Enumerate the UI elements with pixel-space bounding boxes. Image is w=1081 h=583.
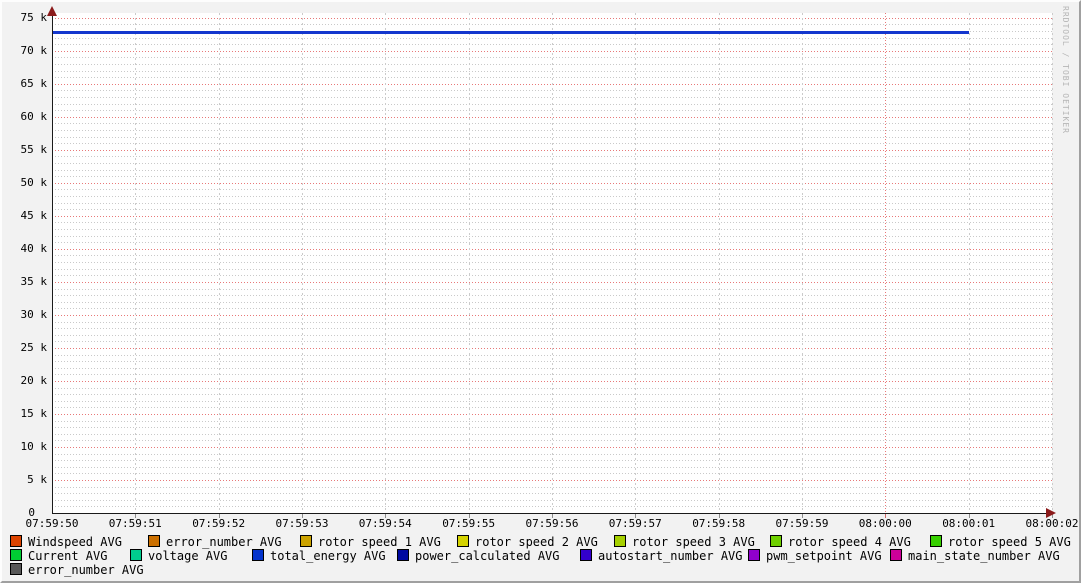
legend-label: rotor speed 2 AVG xyxy=(475,535,598,549)
y-tick-label: 55 k xyxy=(20,142,48,156)
y-axis-arrow-icon xyxy=(47,6,57,16)
legend-color-swatch xyxy=(748,549,760,561)
legend-color-swatch xyxy=(300,535,312,547)
legend-item: main_state_number AVG xyxy=(890,549,1060,563)
legend-label: Current AVG xyxy=(28,549,108,563)
legend-color-swatch xyxy=(10,563,22,575)
x-tick-label: 07:59:56 xyxy=(525,517,579,530)
legend-item: rotor speed 2 AVG xyxy=(457,535,598,549)
y-tick-label: 30 k xyxy=(20,307,48,321)
y-tick-label: 75 k xyxy=(20,10,48,24)
legend-item: Windspeed AVG xyxy=(10,535,122,549)
legend-color-swatch xyxy=(890,549,902,561)
x-tick-label: 07:59:54 xyxy=(358,517,412,530)
gridline-vertical-minor xyxy=(802,13,803,513)
legend-label: error_number AVG xyxy=(166,535,282,549)
x-axis-arrow-icon xyxy=(1046,508,1056,518)
legend-label: voltage AVG xyxy=(148,549,228,563)
series-line-total_energy-AVG xyxy=(52,31,969,35)
legend-item: error_number AVG xyxy=(10,563,144,577)
legend-color-swatch xyxy=(148,535,160,547)
legend-item: Current AVG xyxy=(10,549,107,563)
legend-color-swatch xyxy=(930,535,942,547)
legend-item: autostart_number AVG xyxy=(580,549,743,563)
legend-item: power_calculated AVG xyxy=(397,549,560,563)
legend-color-swatch xyxy=(252,549,264,561)
x-tick-label: 07:59:58 xyxy=(692,517,746,530)
x-tick-label: 07:59:53 xyxy=(275,517,329,530)
legend-item: rotor speed 4 AVG xyxy=(770,535,911,549)
legend-item: rotor speed 1 AVG xyxy=(300,535,441,549)
gridline-vertical-major xyxy=(885,13,887,513)
gridline-vertical-minor xyxy=(302,13,303,513)
legend-label: main_state_number AVG xyxy=(908,549,1060,563)
legend-color-swatch xyxy=(770,535,782,547)
legend-color-swatch xyxy=(397,549,409,561)
y-tick-label: 20 k xyxy=(20,373,48,387)
legend-label: rotor speed 1 AVG xyxy=(318,535,441,549)
gridline-vertical-minor xyxy=(718,13,720,513)
gridline-vertical-minor xyxy=(635,13,637,513)
x-tick-label: 07:59:52 xyxy=(192,517,246,530)
x-tick-label: 08:00:00 xyxy=(858,517,912,530)
x-tick-label: 08:00:01 xyxy=(942,517,996,530)
x-axis-line xyxy=(52,513,1048,514)
y-tick-label: 40 k xyxy=(20,241,48,255)
legend-label: pwm_setpoint AVG xyxy=(766,549,882,563)
legend-label: error_number AVG xyxy=(28,563,144,577)
y-axis-line xyxy=(52,14,53,514)
legend-label: power_calculated AVG xyxy=(415,549,560,563)
legend-item: total_energy AVG xyxy=(252,549,386,563)
legend-color-swatch xyxy=(457,535,469,547)
gridline-vertical-minor xyxy=(135,13,137,513)
legend-item: voltage AVG xyxy=(130,549,227,563)
legend-color-swatch xyxy=(580,549,592,561)
x-tick-label: 07:59:50 xyxy=(25,517,79,530)
rrdtool-graph: 05 k 10 k 15 k 20 k 25 k 30 k 35 k 40 k 45 k 50 k… xyxy=(0,0,1081,583)
legend-label: rotor speed 3 AVG xyxy=(632,535,755,549)
legend-label: total_energy AVG xyxy=(270,549,386,563)
y-tick-label: 60 k xyxy=(20,109,48,123)
rrdtool-watermark: RRDTOOL / TOBI OETIKER xyxy=(1061,6,1070,134)
legend-color-swatch xyxy=(10,535,22,547)
gridline-vertical-minor xyxy=(218,13,220,513)
y-tick-label: 50 k xyxy=(20,175,48,189)
legend-item: pwm_setpoint AVG xyxy=(748,549,882,563)
legend-item: rotor speed 3 AVG xyxy=(614,535,755,549)
y-tick-label: 45 k xyxy=(20,208,48,222)
y-tick-label: 5 k xyxy=(27,473,47,486)
gridline-vertical-minor xyxy=(552,13,553,513)
legend-color-swatch xyxy=(130,549,142,561)
x-tick-label: 08:00:02 xyxy=(1025,517,1079,530)
legend-color-swatch xyxy=(614,535,626,547)
legend-label: rotor speed 4 AVG xyxy=(788,535,911,549)
x-tick-label: 07:59:57 xyxy=(608,517,662,530)
y-tick-label: 35 k xyxy=(20,274,48,288)
legend-color-swatch xyxy=(10,549,22,561)
legend-label: autostart_number AVG xyxy=(598,549,743,563)
gridline-vertical-minor xyxy=(968,13,970,513)
y-tick-label: 65 k xyxy=(20,76,48,90)
y-tick-label: 70 k xyxy=(20,43,48,57)
x-tick-label: 07:59:51 xyxy=(108,517,162,530)
x-tick-label: 07:59:55 xyxy=(442,517,496,530)
legend-item: rotor speed 5 AVG xyxy=(930,535,1071,549)
y-tick-label: 15 k xyxy=(20,406,48,420)
gridline-vertical-minor xyxy=(1052,13,1053,513)
legend-item: error_number AVG xyxy=(148,535,282,549)
gridline-vertical-minor xyxy=(468,13,470,513)
gridline-vertical-minor xyxy=(385,13,387,513)
legend-label: Windspeed AVG xyxy=(28,535,122,549)
x-tick-label: 07:59:59 xyxy=(775,517,829,530)
y-tick-label: 10 k xyxy=(20,440,48,453)
y-tick-label: 25 k xyxy=(20,340,48,354)
legend-label: rotor speed 5 AVG xyxy=(948,535,1071,549)
